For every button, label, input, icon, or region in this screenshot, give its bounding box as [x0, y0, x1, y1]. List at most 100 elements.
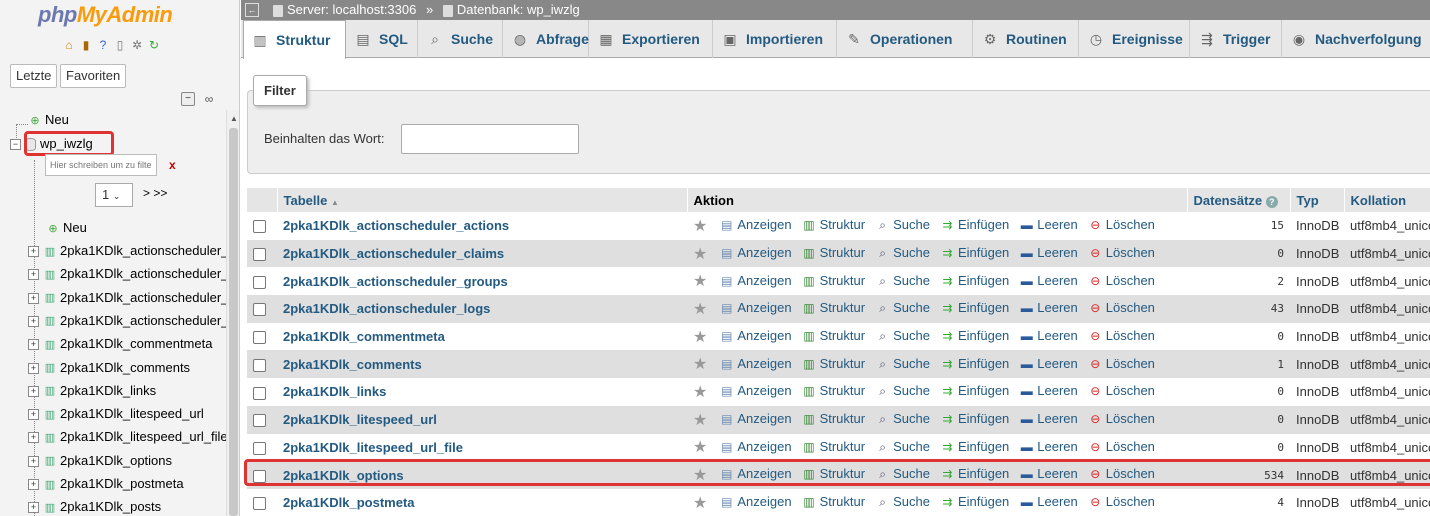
- logout-icon[interactable]: ▮: [79, 38, 93, 52]
- tree-table-item[interactable]: +▥2pka1KDlk_actionscheduler_groups: [28, 288, 239, 308]
- favorite-star-icon[interactable]: ★: [693, 439, 707, 456]
- drop-action[interactable]: ⊖ Löschen: [1088, 383, 1155, 398]
- expand-icon[interactable]: +: [28, 455, 39, 467]
- navigation-filter-input[interactable]: [45, 154, 157, 176]
- row-checkbox[interactable]: [253, 469, 266, 483]
- row-checkbox[interactable]: [253, 358, 266, 372]
- next-page-link[interactable]: > >>: [143, 186, 167, 200]
- row-checkbox[interactable]: [253, 275, 266, 289]
- tab-suche[interactable]: ⌕ Suche: [419, 20, 503, 58]
- drop-action[interactable]: ⊖ Löschen: [1088, 217, 1155, 232]
- search-action[interactable]: ⌕ Suche: [875, 411, 930, 426]
- drop-action[interactable]: ⊖ Löschen: [1088, 245, 1155, 260]
- tree-table-item[interactable]: +▥2pka1KDlk_actionscheduler_claims: [28, 264, 239, 284]
- expand-icon[interactable]: +: [28, 339, 39, 351]
- tab-struktur[interactable]: ▥ Struktur: [243, 20, 346, 59]
- tree-table-item[interactable]: + ▥ 2pka1KDlk_litespeed_url_file: [28, 427, 228, 447]
- drop-action[interactable]: ⊖ Löschen: [1088, 439, 1155, 454]
- row-checkbox[interactable]: [253, 497, 266, 511]
- browse-action[interactable]: ▤ Anzeigen: [719, 217, 791, 232]
- structure-action[interactable]: ▥ Struktur: [802, 217, 865, 232]
- settings-icon[interactable]: ✲: [130, 38, 144, 52]
- browse-action[interactable]: ▤ Anzeigen: [719, 466, 791, 481]
- browse-action[interactable]: ▤ Anzeigen: [719, 328, 791, 343]
- recent-tables-button[interactable]: Letzte: [10, 64, 58, 88]
- tree-table-item[interactable]: + ▥ 2pka1KDlk_actionscheduler_logs: [28, 311, 239, 331]
- structure-action[interactable]: ▥ Struktur: [802, 300, 865, 315]
- drop-action[interactable]: ⊖ Löschen: [1088, 411, 1155, 426]
- search-action[interactable]: ⌕ Suche: [875, 328, 930, 343]
- favorite-star-icon[interactable]: ★: [693, 384, 707, 401]
- browse-action[interactable]: ▤ Anzeigen: [719, 356, 791, 371]
- expand-icon[interactable]: +: [28, 362, 39, 374]
- empty-action[interactable]: ▬ Leeren: [1019, 383, 1078, 398]
- row-checkbox[interactable]: [253, 414, 266, 428]
- header-rows[interactable]: Datensätze ?: [1187, 188, 1291, 212]
- table-name-link[interactable]: 2pka1KDlk_actionscheduler_groups: [283, 274, 508, 289]
- insert-action[interactable]: ⇉ Einfügen: [940, 300, 1009, 315]
- favorite-star-icon[interactable]: ★: [693, 301, 707, 318]
- breadcrumb-database[interactable]: Datenbank: wp_iwzlg: [457, 2, 580, 17]
- empty-action[interactable]: ▬ Leeren: [1019, 328, 1078, 343]
- empty-action[interactable]: ▬ Leeren: [1019, 245, 1078, 260]
- browse-action[interactable]: ▤ Anzeigen: [719, 439, 791, 454]
- empty-action[interactable]: ▬ Leeren: [1019, 411, 1078, 426]
- drop-action[interactable]: ⊖ Löschen: [1088, 466, 1155, 481]
- table-name-link[interactable]: 2pka1KDlk_actionscheduler_actions: [283, 218, 509, 233]
- search-action[interactable]: ⌕ Suche: [875, 356, 930, 371]
- clear-filter-icon[interactable]: x: [169, 158, 176, 172]
- drop-action[interactable]: ⊖ Löschen: [1088, 356, 1155, 371]
- browse-action[interactable]: ▤ Anzeigen: [719, 494, 791, 509]
- reload-icon[interactable]: ↻: [147, 38, 161, 52]
- tab-trigger[interactable]: ⇶ Trigger: [1191, 20, 1282, 58]
- search-action[interactable]: ⌕ Suche: [875, 217, 930, 232]
- favorite-star-icon[interactable]: ★: [693, 467, 707, 484]
- header-collation[interactable]: Kollation: [1344, 188, 1430, 212]
- favorite-star-icon[interactable]: ★: [693, 495, 707, 512]
- browse-action[interactable]: ▤ Anzeigen: [719, 273, 791, 288]
- table-name-link[interactable]: 2pka1KDlk_actionscheduler_logs: [283, 301, 490, 316]
- row-checkbox[interactable]: [253, 248, 266, 262]
- insert-action[interactable]: ⇉ Einfügen: [940, 328, 1009, 343]
- header-type[interactable]: Typ: [1290, 188, 1345, 212]
- drop-action[interactable]: ⊖ Löschen: [1088, 328, 1155, 343]
- tree-table-item[interactable]: + ▥ 2pka1KDlk_posts: [28, 497, 161, 516]
- structure-action[interactable]: ▥ Struktur: [802, 494, 865, 509]
- tree-table-item[interactable]: + ▥ 2pka1KDlk_postmeta: [28, 474, 184, 494]
- back-arrow-icon[interactable]: ←: [245, 3, 259, 17]
- drop-action[interactable]: ⊖ Löschen: [1088, 273, 1155, 288]
- help-icon[interactable]: ?: [96, 38, 110, 52]
- structure-action[interactable]: ▥ Struktur: [802, 411, 865, 426]
- table-name-link[interactable]: 2pka1KDlk_comments: [283, 357, 422, 372]
- expand-icon[interactable]: +: [28, 479, 39, 491]
- structure-action[interactable]: ▥ Struktur: [802, 466, 865, 481]
- search-action[interactable]: ⌕ Suche: [875, 245, 930, 260]
- empty-action[interactable]: ▬ Leeren: [1019, 466, 1078, 481]
- search-action[interactable]: ⌕ Suche: [875, 494, 930, 509]
- breadcrumb-server[interactable]: Server: localhost:3306: [287, 2, 416, 17]
- tree-table-item[interactable]: + ▥ 2pka1KDlk_options: [28, 451, 172, 471]
- expand-icon[interactable]: +: [28, 292, 39, 304]
- insert-action[interactable]: ⇉ Einfügen: [940, 273, 1009, 288]
- expand-icon[interactable]: +: [28, 432, 39, 444]
- insert-action[interactable]: ⇉ Einfügen: [940, 383, 1009, 398]
- table-name-link[interactable]: 2pka1KDlk_postmeta: [283, 495, 415, 510]
- link-with-main-icon[interactable]: ∞: [201, 92, 217, 106]
- tree-table-item[interactable]: + ▥ 2pka1KDlk_commentmeta: [28, 334, 212, 354]
- structure-action[interactable]: ▥ Struktur: [802, 273, 865, 288]
- empty-action[interactable]: ▬ Leeren: [1019, 300, 1078, 315]
- favorite-star-icon[interactable]: ★: [693, 329, 707, 346]
- empty-action[interactable]: ▬ Leeren: [1019, 494, 1078, 509]
- navigation-scrollbar[interactable]: ▲: [226, 110, 239, 516]
- table-name-link[interactable]: 2pka1KDlk_litespeed_url_file: [283, 440, 463, 455]
- browse-action[interactable]: ▤ Anzeigen: [719, 300, 791, 315]
- table-name-link[interactable]: 2pka1KDlk_litespeed_url: [283, 412, 437, 427]
- expand-icon[interactable]: +: [28, 315, 39, 327]
- expand-icon[interactable]: +: [28, 385, 39, 397]
- search-action[interactable]: ⌕ Suche: [875, 300, 930, 315]
- table-name-link[interactable]: 2pka1KDlk_commentmeta: [283, 329, 445, 344]
- row-checkbox[interactable]: [253, 386, 266, 400]
- insert-action[interactable]: ⇉ Einfügen: [940, 466, 1009, 481]
- expand-icon[interactable]: +: [28, 502, 39, 514]
- browse-action[interactable]: ▤ Anzeigen: [719, 245, 791, 260]
